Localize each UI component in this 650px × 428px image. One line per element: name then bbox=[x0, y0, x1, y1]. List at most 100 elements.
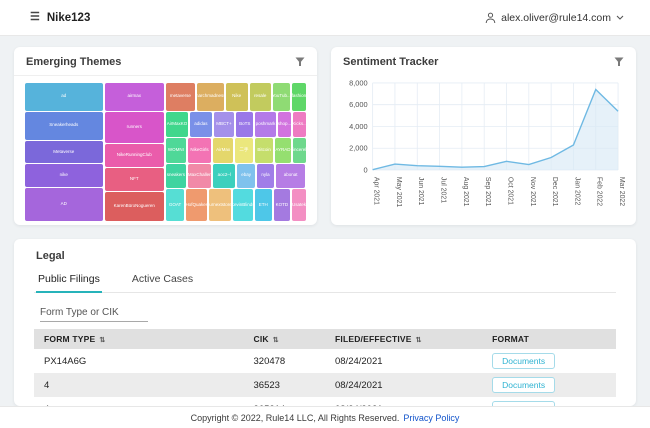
area-fill bbox=[373, 89, 618, 170]
user-menu[interactable]: alex.oliver@rule14.com bbox=[485, 12, 624, 24]
x-tick-label: Oct 2021 bbox=[506, 177, 513, 205]
treemap-tile[interactable]: Sincerely bbox=[293, 138, 306, 163]
treemap-tile[interactable]: runners bbox=[105, 112, 165, 143]
x-tick-label: Sep 2021 bbox=[484, 177, 491, 207]
form-type-cik-input[interactable] bbox=[40, 304, 148, 322]
documents-button[interactable]: Documents bbox=[492, 377, 555, 393]
treemap-tile[interactable]: aoc2–l bbox=[213, 164, 235, 189]
tab-active-cases[interactable]: Active Cases bbox=[130, 269, 195, 292]
treemap-tile[interactable]: ETH bbox=[255, 189, 272, 221]
treemap-tile[interactable]: ebay bbox=[237, 164, 255, 189]
brand: ☰ Nike123 bbox=[30, 12, 90, 24]
treemap-tile[interactable]: abonat bbox=[276, 164, 306, 189]
sort-icon[interactable]: ⇅ bbox=[99, 337, 105, 344]
treemap-tile[interactable]: nike bbox=[25, 164, 103, 187]
column-header[interactable]: FORM TYPE⇅ bbox=[34, 329, 244, 349]
y-tick-label: 8,000 bbox=[349, 78, 368, 87]
table-row: PX14A6G32047808/24/2021 Documents bbox=[34, 349, 616, 373]
x-tick-label: Dec 2021 bbox=[551, 177, 558, 207]
main-content: Emerging Themes adSneakerheadsMetaversen… bbox=[0, 36, 650, 406]
tab-public-filings[interactable]: Public Filings bbox=[36, 269, 102, 293]
treemap-tile[interactable]: HofQuakes bbox=[186, 189, 207, 221]
treemap-tile[interactable]: MBCT+ bbox=[214, 112, 234, 137]
treemap-tile[interactable]: shop... bbox=[278, 112, 292, 137]
treemap-tile[interactable]: 二手 bbox=[235, 138, 253, 163]
x-tick-label: Jun 2021 bbox=[417, 177, 424, 206]
table-row: 436521408/24/2021Documents bbox=[34, 397, 616, 406]
treemap: adSneakerheadsMetaversenikeAD airmaxrunne… bbox=[25, 83, 306, 221]
emerging-themes-title: Emerging Themes bbox=[26, 56, 121, 68]
treemap-tile[interactable]: resale bbox=[250, 83, 271, 111]
privacy-policy-link[interactable]: Privacy Policy bbox=[403, 413, 459, 423]
sentiment-tracker-card: Sentiment Tracker 02,0004,0006,0008,000A… bbox=[331, 47, 636, 225]
treemap-tile[interactable]: AirMaxKO bbox=[166, 112, 188, 137]
legal-tabs: Public Filings Active Cases bbox=[34, 269, 616, 293]
treemap-tile[interactable]: GOAT bbox=[166, 189, 184, 221]
treemap-tile[interactable]: Sneakerheads bbox=[25, 112, 103, 140]
documents-button[interactable]: Documents bbox=[492, 353, 555, 369]
table-cell: 365214 bbox=[244, 397, 325, 406]
copyright-text: Copyright © 2022, Rule14 LLC, All Rights… bbox=[191, 413, 400, 423]
treemap-tile[interactable]: Bitcoin bbox=[255, 138, 274, 163]
table-cell: PX14A6G bbox=[34, 349, 244, 373]
sentiment-tracker-title: Sentiment Tracker bbox=[343, 56, 438, 68]
table-cell: 36523 bbox=[244, 373, 325, 397]
treemap-tile[interactable]: AYRAD bbox=[275, 138, 290, 163]
x-tick-label: Apr 2021 bbox=[373, 177, 380, 205]
treemap-tile[interactable]: Metaverse bbox=[25, 141, 103, 164]
treemap-tile[interactable]: Usatek bbox=[292, 189, 306, 221]
menu-icon[interactable]: ☰ bbox=[30, 12, 40, 23]
sort-icon[interactable]: ⇅ bbox=[273, 337, 279, 344]
treemap-tile[interactable]: BoTS bbox=[236, 112, 253, 137]
treemap-tile[interactable]: NikeRunningClub bbox=[105, 144, 165, 167]
table-cell: 320478 bbox=[244, 349, 325, 373]
treemap-tile[interactable]: nyla bbox=[257, 164, 274, 189]
treemap-tile[interactable]: metaverse bbox=[166, 83, 195, 111]
filings-table-head: FORM TYPE⇅CIK⇅FILED/EFFECTIVE⇅FORMAT bbox=[34, 329, 616, 349]
table-cell: 08/24/2021 bbox=[325, 397, 482, 406]
treemap-tile[interactable]: KarenBüroNogueren bbox=[105, 192, 165, 221]
treemap-tile[interactable]: adidas bbox=[190, 112, 212, 137]
page-footer: Copyright © 2022, Rule14 LLC, All Rights… bbox=[0, 406, 650, 428]
filter-icon[interactable] bbox=[614, 57, 624, 67]
user-email: alex.oliver@rule14.com bbox=[501, 12, 611, 24]
treemap-tile[interactable]: NikeGirls bbox=[188, 138, 212, 163]
treemap-tile[interactable]: yournextstore... bbox=[209, 189, 230, 221]
x-tick-label: Jan 2022 bbox=[573, 177, 580, 206]
treemap-tile[interactable]: NFT bbox=[105, 168, 165, 191]
treemap-tile[interactable]: AirMaxChallenge bbox=[188, 164, 212, 189]
treemap-tile[interactable]: AD bbox=[25, 188, 103, 221]
x-tick-label: Aug 2021 bbox=[462, 177, 469, 207]
y-tick-label: 4,000 bbox=[349, 122, 368, 131]
sort-icon[interactable]: ⇅ bbox=[416, 337, 422, 344]
treemap-tile[interactable]: poshmark bbox=[255, 112, 275, 137]
treemap-tile[interactable]: KOTD bbox=[274, 189, 290, 221]
emerging-themes-card: Emerging Themes adSneakerheadsMetaversen… bbox=[14, 47, 317, 225]
treemap-tile[interactable]: YouTub... bbox=[273, 83, 290, 111]
treemap-tile[interactable]: AirMax bbox=[213, 138, 233, 163]
treemap-tile[interactable]: airmax bbox=[105, 83, 165, 111]
filter-icon[interactable] bbox=[295, 57, 305, 67]
treemap-tile[interactable]: marchmadness bbox=[197, 83, 224, 111]
legal-card: Legal Public FilingsActive Cases FORM TY… bbox=[14, 239, 636, 406]
treemap-tile[interactable]: WOMNI bbox=[166, 138, 186, 163]
brand-name: Nike123 bbox=[47, 12, 90, 24]
column-header: FORMAT bbox=[482, 329, 616, 349]
table-cell: 08/24/2021 bbox=[325, 349, 482, 373]
table-row: 43652308/24/2021Documents bbox=[34, 373, 616, 397]
x-tick-label: Mar 2022 bbox=[618, 177, 625, 206]
treemap-tile[interactable]: KevinBlinds bbox=[233, 189, 253, 221]
column-header[interactable]: CIK⇅ bbox=[244, 329, 325, 349]
x-tick-label: May 2021 bbox=[395, 177, 402, 207]
treemap-tile[interactable]: sneakers bbox=[166, 164, 186, 189]
treemap-tile[interactable]: Kicks... bbox=[293, 112, 306, 137]
treemap-tile[interactable]: ad bbox=[25, 83, 103, 111]
y-tick-label: 6,000 bbox=[349, 100, 368, 109]
treemap-tile[interactable]: Nike bbox=[226, 83, 248, 111]
y-tick-label: 0 bbox=[364, 165, 368, 174]
column-header[interactable]: FILED/EFFECTIVE⇅ bbox=[325, 329, 482, 349]
filings-table: FORM TYPE⇅CIK⇅FILED/EFFECTIVE⇅FORMAT PX1… bbox=[34, 329, 616, 406]
x-tick-label: Jul 2021 bbox=[440, 177, 447, 203]
treemap-tile[interactable]: fashion bbox=[292, 83, 306, 111]
top-header: ☰ Nike123 alex.oliver@rule14.com bbox=[0, 0, 650, 36]
